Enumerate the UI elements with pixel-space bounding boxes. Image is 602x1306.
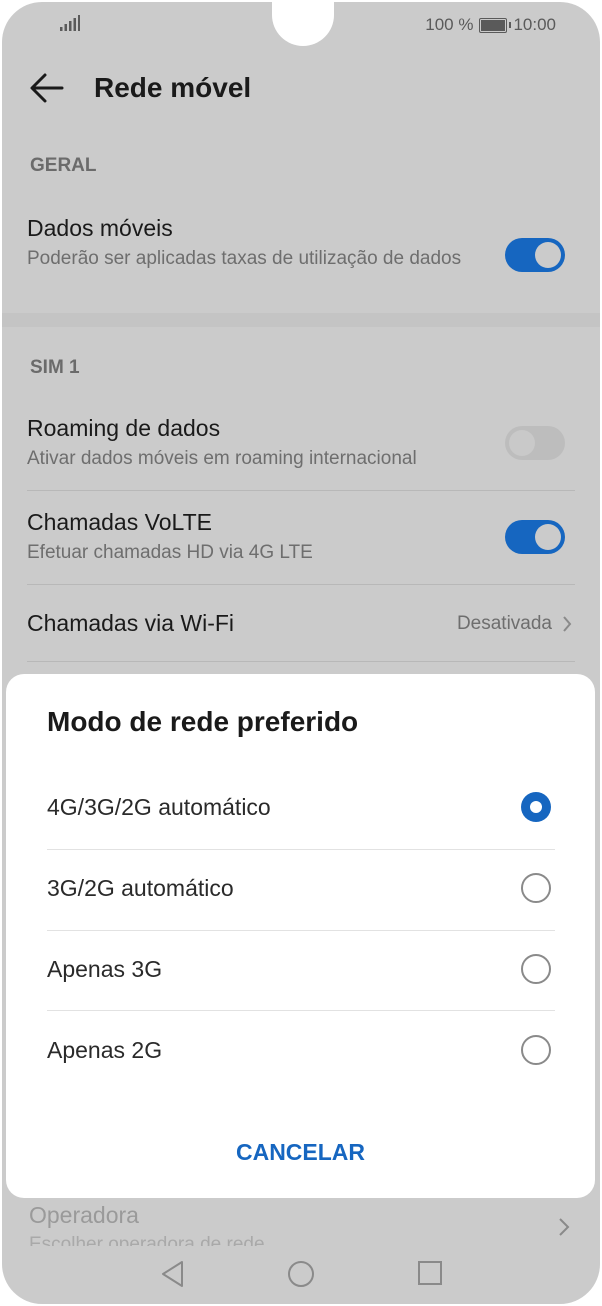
- page-title: Rede móvel: [94, 72, 252, 103]
- radio-unselected[interactable]: [521, 954, 551, 984]
- option-3g-only[interactable]: Apenas 3G: [47, 932, 555, 1012]
- radio-selected[interactable]: [521, 792, 551, 822]
- option-4g3g2g[interactable]: 4G/3G/2G automático: [47, 770, 555, 850]
- option-2g-only[interactable]: Apenas 2G: [47, 1013, 555, 1093]
- battery-percent: 100 %: [425, 15, 474, 34]
- option-separator: [47, 930, 555, 931]
- battery-icon: [479, 17, 512, 33]
- volte-title: Chamadas VoLTE: [27, 509, 212, 535]
- mobile-data-toggle[interactable]: [505, 238, 565, 272]
- signal-icon: [60, 15, 80, 31]
- option-separator: [47, 1010, 555, 1011]
- data-roaming-row[interactable]: Roaming de dados Ativar dados móveis em …: [27, 415, 575, 472]
- radio-unselected[interactable]: [521, 873, 551, 903]
- wifi-calling-value: Desativada: [456, 613, 552, 634]
- chevron-right-icon: [559, 1218, 570, 1236]
- option-label: Apenas 2G: [47, 1037, 163, 1063]
- dialog-title: Modo de rede preferido: [47, 706, 359, 737]
- nav-recents-icon[interactable]: [418, 1261, 442, 1285]
- section-divider: [2, 313, 600, 327]
- row-separator: [27, 661, 575, 662]
- row-separator: [27, 490, 575, 491]
- wifi-calling-value-group: Desativada: [457, 613, 572, 635]
- nav-home-icon[interactable]: [288, 1261, 314, 1287]
- mobile-data-row[interactable]: Dados móveis Poderão ser aplicadas taxas…: [27, 215, 575, 272]
- nav-back-icon[interactable]: [160, 1260, 186, 1288]
- section-header-general: GERAL: [30, 155, 97, 176]
- navigation-bar: [2, 1252, 600, 1300]
- chevron-right-icon: [563, 616, 572, 632]
- network-mode-dialog: Modo de rede preferido 4G/3G/2G automáti…: [6, 674, 595, 1198]
- volte-toggle[interactable]: [505, 520, 565, 554]
- option-label: 4G/3G/2G automático: [47, 794, 271, 820]
- radio-unselected[interactable]: [521, 1035, 551, 1065]
- data-roaming-title: Roaming de dados: [27, 415, 221, 441]
- option-separator: [47, 849, 555, 850]
- toggle-knob: [509, 430, 535, 456]
- option-3g2g[interactable]: 3G/2G automático: [47, 851, 555, 931]
- operator-subtitle: Escolher operadora de rede: [29, 1234, 265, 1246]
- section-header-sim: SIM 1: [30, 357, 80, 378]
- data-roaming-subtitle: Ativar dados móveis em roaming internaci…: [27, 448, 417, 469]
- toggle-knob: [535, 242, 561, 268]
- app-bar: Rede móvel: [2, 56, 600, 126]
- volte-row[interactable]: Chamadas VoLTE Efetuar chamadas HD via 4…: [27, 509, 575, 566]
- option-label: Apenas 3G: [47, 956, 163, 982]
- toggle-knob: [535, 524, 561, 550]
- mobile-data-subtitle: Poderão ser aplicadas taxas de utilizaçã…: [27, 248, 462, 269]
- data-roaming-toggle[interactable]: [505, 426, 565, 460]
- cancel-button[interactable]: CANCELAR: [6, 1139, 595, 1166]
- mobile-data-title: Dados móveis: [27, 215, 173, 241]
- status-bar: 100 % 10:00: [2, 2, 600, 46]
- operator-title: Operadora: [29, 1202, 139, 1228]
- volte-subtitle: Efetuar chamadas HD via 4G LTE: [27, 542, 313, 563]
- row-separator: [27, 584, 575, 585]
- option-label: 3G/2G automático: [47, 875, 234, 901]
- back-arrow-icon[interactable]: [28, 71, 66, 105]
- clock: 10:00: [513, 15, 556, 34]
